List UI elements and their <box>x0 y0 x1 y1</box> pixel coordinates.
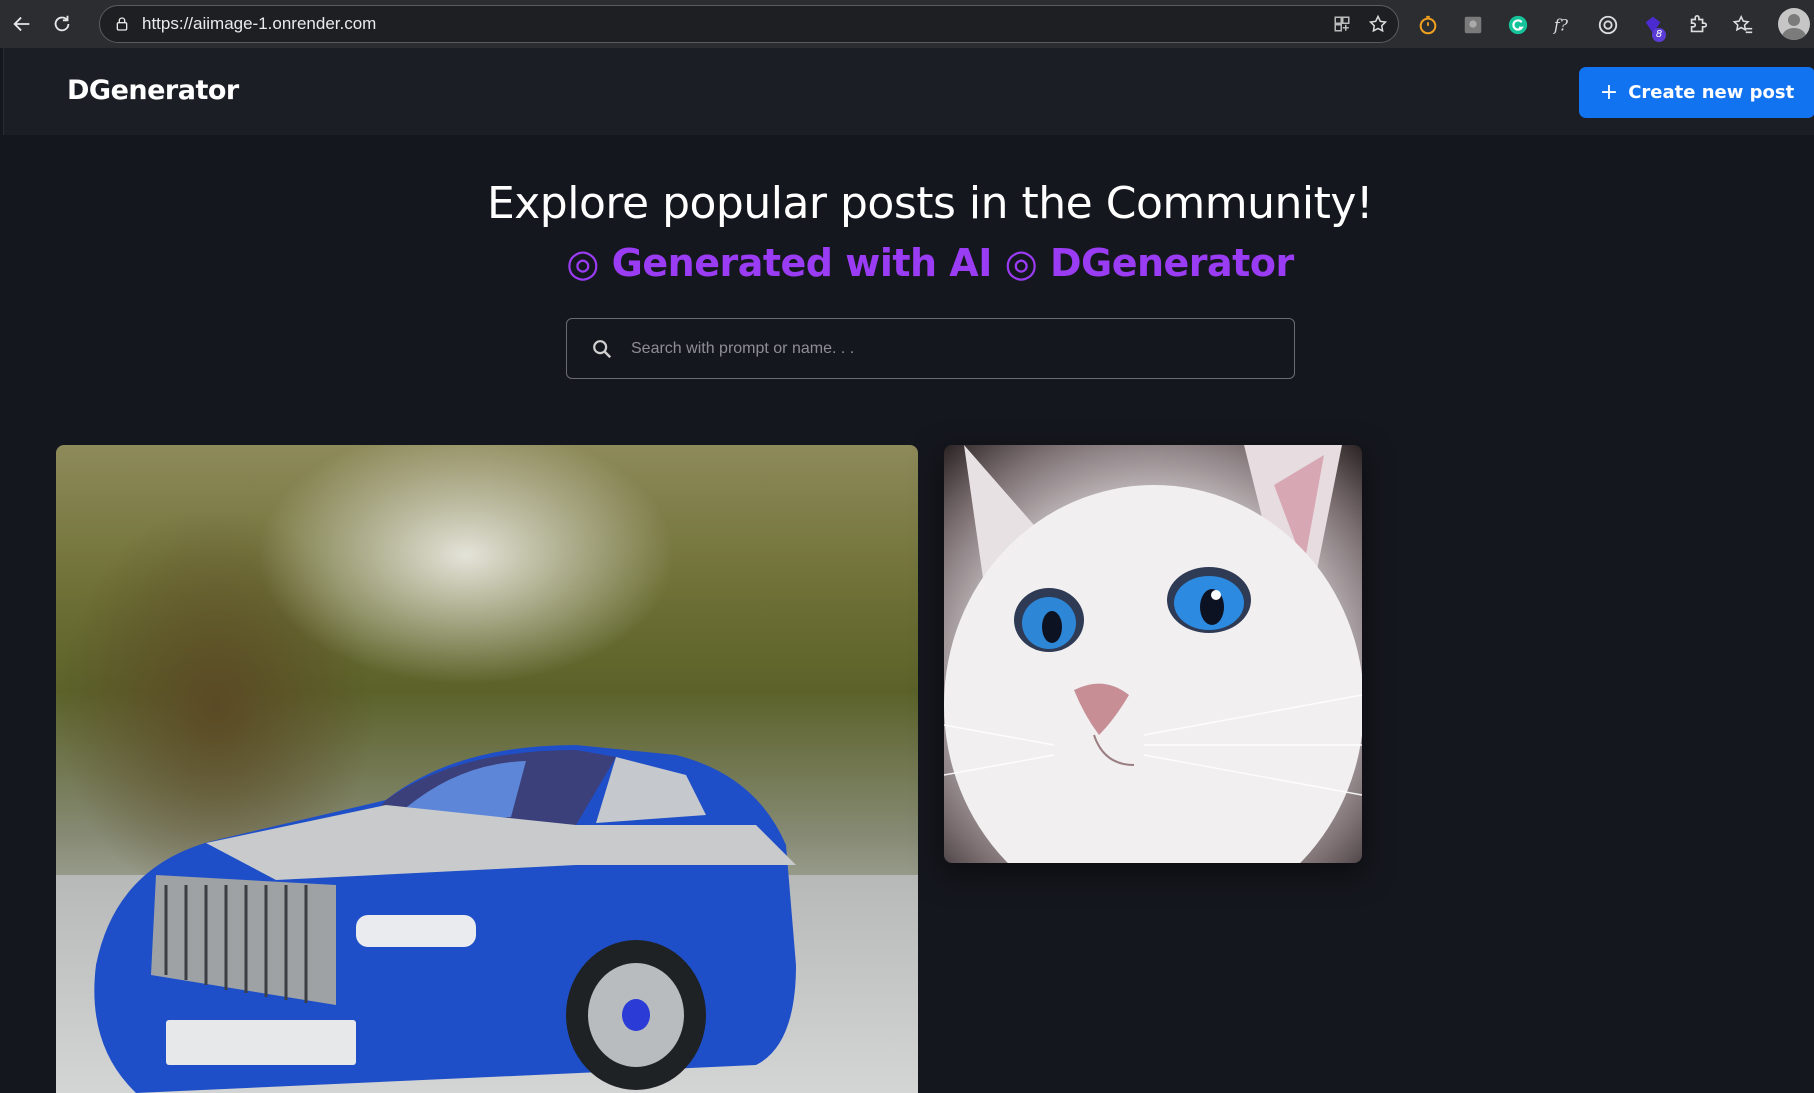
post-card-car[interactable] <box>56 445 918 1093</box>
post-card-cat[interactable] <box>944 445 1362 863</box>
plus-icon: + <box>1599 80 1619 105</box>
search-input[interactable] <box>629 338 1233 359</box>
logo[interactable]: DGenerator <box>67 75 239 106</box>
address-bar[interactable]: https://aiimage-1.onrender.com <box>99 5 1399 43</box>
page-subtitle: ◎ Generated with AI ◎ DGenerator <box>566 241 1294 285</box>
search-box[interactable] <box>566 318 1295 379</box>
svg-text:f?: f? <box>1552 16 1568 34</box>
url-text[interactable]: https://aiimage-1.onrender.com <box>142 14 376 34</box>
create-post-label: Create new post <box>1628 82 1795 103</box>
favorites-icon[interactable] <box>1727 9 1758 40</box>
back-icon[interactable] <box>4 6 40 42</box>
install-app-icon[interactable] <box>1330 12 1354 36</box>
search-icon <box>589 336 615 362</box>
browser-toolbar: https://aiimage-1.onrender.com f? 8 <box>0 0 1814 48</box>
cat-image <box>944 445 1362 863</box>
formula-extension-icon[interactable]: f? <box>1547 9 1578 40</box>
car-image <box>94 745 797 1093</box>
app-header: DGenerator + Create new post <box>3 48 1814 135</box>
target-extension-icon[interactable] <box>1592 9 1623 40</box>
grammarly-icon[interactable] <box>1502 9 1533 40</box>
profile-avatar[interactable] <box>1778 8 1810 40</box>
puzzle-extensions-icon[interactable] <box>1682 9 1713 40</box>
reload-icon[interactable] <box>44 6 80 42</box>
site-info-icon[interactable] <box>112 14 132 34</box>
create-post-button[interactable]: + Create new post <box>1579 67 1814 118</box>
extension-icon[interactable] <box>1457 9 1488 40</box>
extension-badge: 8 <box>1652 28 1666 42</box>
gem-extension-icon[interactable]: 8 <box>1637 9 1668 42</box>
bookmark-star-icon[interactable] <box>1366 12 1390 36</box>
page-title: Explore popular posts in the Community! <box>486 178 1374 229</box>
timer-extension-icon[interactable] <box>1412 9 1443 40</box>
